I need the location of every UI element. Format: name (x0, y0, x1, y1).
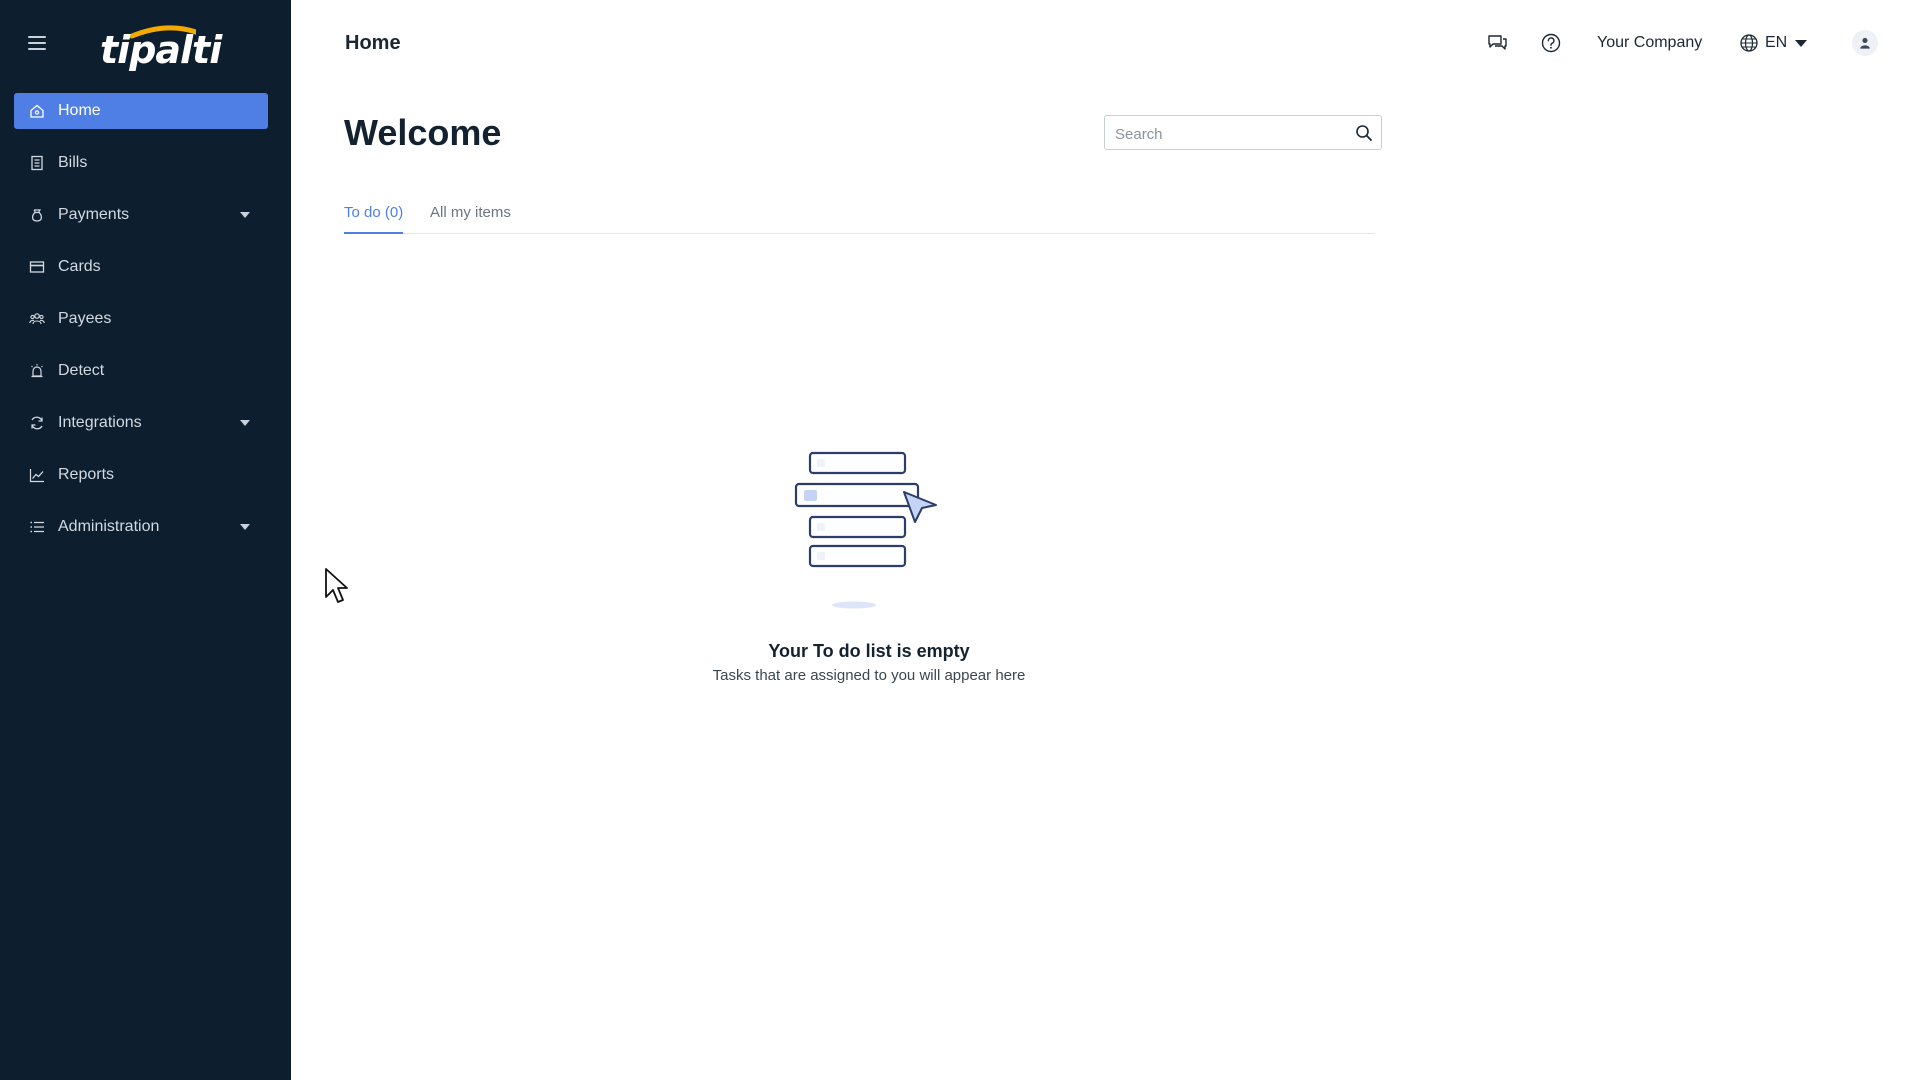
sidebar-item-label: Cards (58, 258, 101, 275)
sidebar-item-label: Bills (58, 154, 88, 171)
help-icon[interactable] (1540, 32, 1562, 54)
language-selector[interactable]: EN (1739, 32, 1808, 54)
sidebar-item-administration[interactable]: Administration (14, 509, 268, 545)
bills-icon (28, 154, 46, 172)
sidebar-item-home[interactable]: Home (14, 93, 268, 129)
empty-list-illustration-icon (794, 451, 937, 609)
language-label: EN (1765, 34, 1788, 51)
search-icon[interactable] (1355, 124, 1373, 142)
sidebar-item-integrations[interactable]: Integrations (14, 405, 268, 441)
tipalti-logo[interactable]: tipalti (100, 22, 222, 72)
empty-state-subtitle: Tasks that are assigned to you will appe… (712, 667, 1026, 684)
user-icon (1860, 37, 1870, 49)
payments-icon (28, 206, 46, 224)
sidebar-nav: Home Bills Payments Cards Payees Detect … (14, 93, 268, 561)
search-input[interactable] (1113, 122, 1347, 146)
administration-icon (28, 518, 46, 536)
menu-toggle-icon[interactable] (28, 36, 46, 50)
tab-all-my-items[interactable]: All my items (430, 204, 511, 232)
payees-icon (28, 310, 46, 328)
sidebar-item-bills[interactable]: Bills (14, 145, 268, 181)
page-title: Home (345, 32, 401, 54)
sidebar-item-payments[interactable]: Payments (14, 197, 268, 233)
logo-text: tipalti (100, 28, 222, 72)
tab-todo[interactable]: To do (0) (344, 204, 404, 234)
empty-state-title: Your To do list is empty (768, 641, 970, 661)
chevron-down-icon (1795, 39, 1808, 47)
sidebar-item-cards[interactable]: Cards (14, 249, 268, 285)
sidebar-item-payees[interactable]: Payees (14, 301, 268, 337)
sidebar: tipalti Home Bills Payments Cards Payees… (0, 0, 291, 1080)
search-box (1104, 115, 1382, 150)
home-icon (28, 102, 46, 120)
tab-bar: To do (0) All my items (344, 204, 1375, 234)
detect-icon (28, 362, 46, 380)
card-icon (28, 258, 46, 276)
welcome-heading: Welcome (344, 112, 502, 153)
chevron-down-icon[interactable] (240, 524, 250, 530)
sidebar-item-label: Reports (58, 466, 115, 483)
company-selector[interactable]: Your Company (1597, 34, 1702, 52)
sidebar-item-label: Home (58, 102, 101, 119)
sidebar-item-label: Payees (58, 310, 112, 327)
reports-icon (28, 466, 46, 484)
chevron-down-icon[interactable] (240, 212, 250, 218)
sidebar-item-label: Administration (58, 518, 160, 535)
avatar[interactable] (1852, 30, 1878, 56)
mouse-cursor-icon (325, 568, 348, 603)
sidebar-item-label: Payments (58, 206, 130, 223)
chat-icon[interactable] (1486, 32, 1508, 54)
chevron-down-icon[interactable] (240, 420, 250, 426)
integrations-icon (28, 414, 46, 432)
globe-icon (1740, 34, 1758, 52)
sidebar-item-label: Detect (58, 362, 105, 379)
sidebar-item-label: Integrations (58, 414, 142, 431)
sidebar-item-detect[interactable]: Detect (14, 353, 268, 389)
sidebar-item-reports[interactable]: Reports (14, 457, 268, 493)
